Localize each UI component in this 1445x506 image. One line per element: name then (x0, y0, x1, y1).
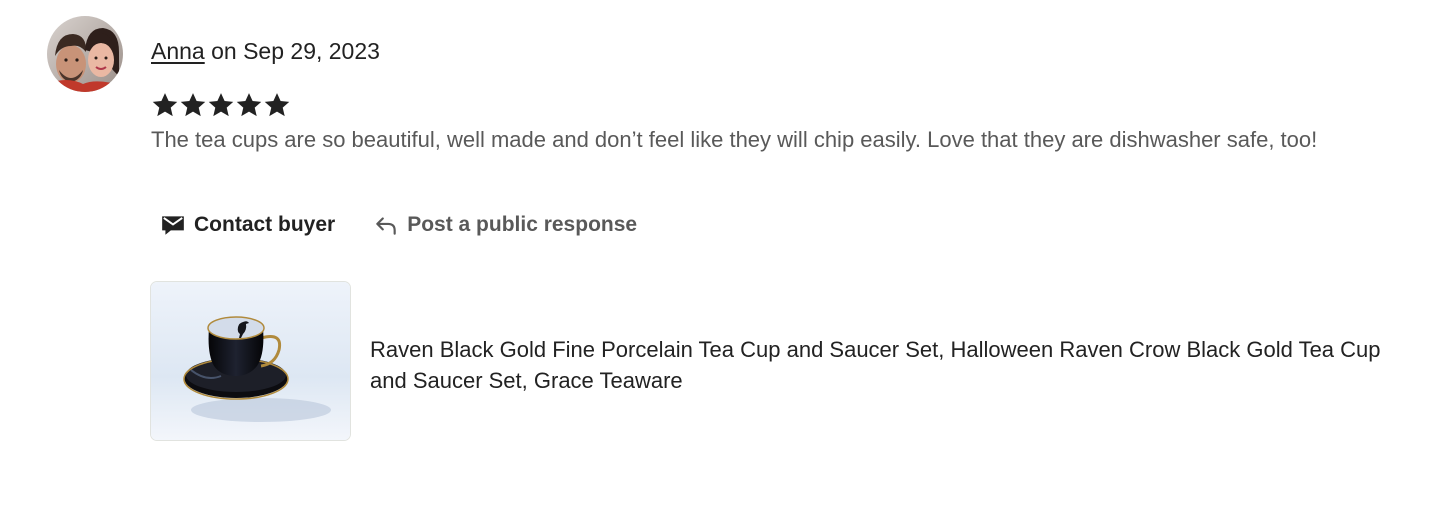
star-rating (151, 90, 291, 120)
reply-arrow-icon (373, 212, 399, 238)
review-actions: Contact buyer Post a public response (160, 208, 637, 242)
star-icon (236, 93, 262, 117)
author-link[interactable]: Anna (151, 38, 205, 64)
post-public-response-label: Post a public response (407, 213, 638, 236)
review-date: on Sep 29, 2023 (204, 38, 380, 64)
teacup-image (151, 282, 350, 440)
star-icon (152, 93, 178, 117)
review-byline: Anna on Sep 29, 2023 (151, 36, 380, 66)
contact-buyer-label: Contact buyer (194, 213, 336, 236)
review-text: The tea cups are so beautiful, well made… (151, 127, 1318, 152)
avatar[interactable] (47, 16, 123, 92)
avatar-photo (47, 16, 123, 92)
star-icon (208, 93, 234, 117)
contact-buyer-button[interactable]: Contact buyer (160, 212, 335, 238)
post-public-response-button[interactable]: Post a public response (373, 212, 637, 238)
review-card: Anna on Sep 29, 2023 The tea cups are so… (0, 0, 1445, 506)
product-title-link[interactable]: Raven Black Gold Fine Porcelain Tea Cup … (370, 334, 1400, 396)
star-icon (264, 93, 290, 117)
envelope-icon (160, 212, 186, 238)
star-icon (180, 93, 206, 117)
product-thumbnail[interactable] (150, 281, 351, 441)
